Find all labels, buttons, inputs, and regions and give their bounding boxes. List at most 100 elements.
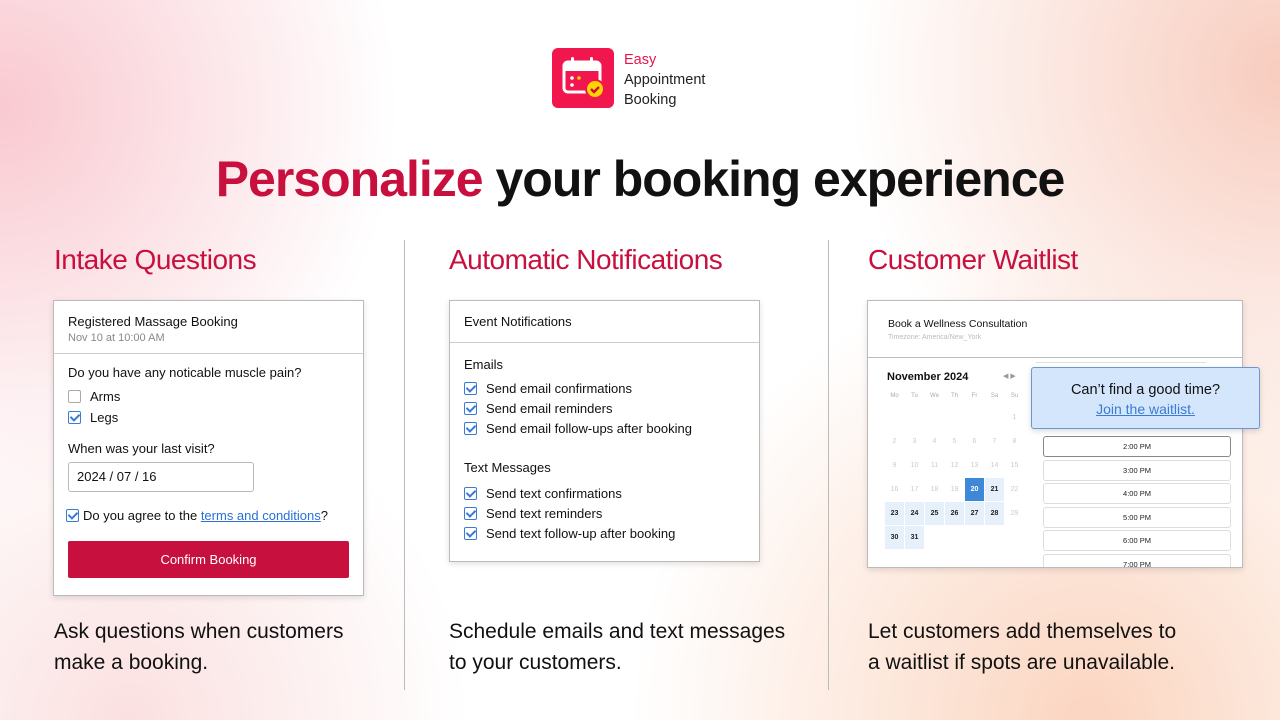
join-waitlist-link[interactable]: Join the waitlist. bbox=[1032, 401, 1259, 417]
agree-suffix: ? bbox=[320, 508, 328, 523]
emails-heading: Emails bbox=[464, 357, 504, 372]
calendar-day[interactable]: 23 bbox=[885, 502, 904, 525]
timezone: Timezone: America/New_York bbox=[888, 334, 982, 341]
calendar-day: 7 bbox=[992, 438, 997, 445]
calendar-day[interactable]: 25 bbox=[925, 502, 944, 525]
question-label: When was your last visit? bbox=[68, 441, 215, 456]
time-slot[interactable]: 5:00 PM bbox=[1043, 506, 1231, 528]
popup-title: Can’t find a good time? bbox=[1070, 382, 1221, 398]
notification-option[interactable]: Send email reminders bbox=[464, 401, 745, 416]
headline: Personalize your booking experience bbox=[25, 150, 1255, 208]
checkbox-checked[interactable] bbox=[464, 507, 477, 520]
notification-option[interactable]: Send text confirmations bbox=[464, 486, 745, 501]
checkbox-checked[interactable] bbox=[464, 382, 477, 395]
caption-line: Let customers add themselves to bbox=[868, 620, 1177, 643]
calendar-day: 15 bbox=[1010, 462, 1019, 469]
empty-day bbox=[985, 406, 1004, 429]
calendar-day[interactable]: 30 bbox=[885, 526, 904, 549]
checkbox-checked[interactable] bbox=[68, 411, 81, 424]
time-slots: 2:00 PM 3:00 PM 4:00 PM 5:00 PM 6:00 PM 7:00 … bbox=[1043, 436, 1231, 567]
option-legs[interactable]: Legs bbox=[68, 410, 349, 425]
calendar-day: 9 bbox=[892, 462, 897, 469]
checkbox-checked[interactable] bbox=[464, 487, 477, 500]
option-label: Send email confirmations bbox=[486, 381, 632, 396]
notification-option[interactable]: Send text reminders bbox=[464, 506, 745, 521]
brand-line: Easy bbox=[624, 52, 657, 68]
empty-day bbox=[885, 406, 904, 429]
empty-day bbox=[905, 406, 924, 429]
option-label: Arms bbox=[90, 389, 121, 404]
weekday-label: Sa bbox=[990, 393, 999, 399]
calendar-day: 17 bbox=[910, 486, 919, 493]
calendar-grid: Mo Tu We Th Fr Sa Su 1 2 3 4 5 6 7 8 9 10 11 12 13 14 15 16 17 1… bbox=[885, 387, 1024, 549]
time-slot[interactable]: 7:00 PM bbox=[1043, 553, 1231, 567]
calendar-day: 8 bbox=[1012, 438, 1017, 445]
calendar-day[interactable]: 24 bbox=[905, 502, 924, 525]
caption-line: to your customers. bbox=[449, 651, 622, 674]
caption: Ask questions when customers make a booki… bbox=[54, 616, 343, 678]
option-arms[interactable]: Arms bbox=[68, 389, 349, 404]
prev-month-icon[interactable]: ◀ bbox=[1003, 373, 1008, 380]
brand-name: Easy Appointment Booking bbox=[624, 50, 705, 110]
calendar-day[interactable]: 26 bbox=[945, 502, 964, 525]
column-title: Intake Questions bbox=[54, 244, 257, 275]
checkbox-checked[interactable] bbox=[464, 402, 477, 415]
column-title: Customer Waitlist bbox=[868, 244, 1078, 275]
booking-date: Nov 10 at 10:00 AM bbox=[68, 332, 165, 344]
caption-line: Ask questions when customers bbox=[54, 620, 344, 643]
agree-checkbox[interactable] bbox=[66, 509, 79, 522]
calendar-day: 2 bbox=[892, 438, 897, 445]
notification-option[interactable]: Send email confirmations bbox=[464, 381, 745, 396]
caption: Schedule emails and text messages to your… bbox=[449, 616, 785, 678]
caption-line: Schedule emails and text messages bbox=[449, 620, 786, 643]
calendar-day: 29 bbox=[1010, 510, 1019, 517]
checkbox[interactable] bbox=[68, 390, 81, 403]
notification-option[interactable]: Send text follow-up after booking bbox=[464, 526, 745, 541]
calendar-day[interactable]: 28 bbox=[985, 502, 1004, 525]
calendar-day: 19 bbox=[950, 486, 959, 493]
empty-day bbox=[945, 406, 964, 429]
option-label: Send email reminders bbox=[486, 401, 613, 416]
calendar-day[interactable]: 31 bbox=[905, 526, 924, 549]
calendar-day: 12 bbox=[950, 462, 959, 469]
waitlist-popup: Can’t find a good time? Join the waitlis… bbox=[1031, 367, 1260, 429]
option-label: Send text confirmations bbox=[486, 486, 622, 501]
question-label: Do you have any noticable muscle pain? bbox=[68, 365, 302, 380]
booking-title: Registered Massage Booking bbox=[68, 314, 238, 329]
checkbox-checked[interactable] bbox=[464, 422, 477, 435]
option-label: Send text reminders bbox=[486, 506, 603, 521]
calendar-day[interactable]: 27 bbox=[965, 502, 984, 525]
calendar-day: 10 bbox=[910, 462, 919, 469]
month-nav: ◀ ▶ bbox=[1003, 372, 1016, 380]
caption: Let customers add themselves to a waitlis… bbox=[868, 616, 1176, 678]
caption-line: a waitlist if spots are unavailable. bbox=[868, 651, 1175, 674]
notification-option[interactable]: Send email follow-ups after booking bbox=[464, 421, 745, 436]
next-month-icon[interactable]: ▶ bbox=[1010, 373, 1015, 380]
last-visit-input[interactable]: 2024 / 07 / 16 bbox=[68, 462, 254, 492]
calendar-day: 22 bbox=[1010, 486, 1019, 493]
terms-link[interactable]: terms and conditions bbox=[201, 508, 321, 523]
calendar-day: 4 bbox=[932, 438, 937, 445]
checkbox-checked[interactable] bbox=[464, 527, 477, 540]
selected-day[interactable]: 20 bbox=[965, 478, 984, 501]
weekday-label: Su bbox=[1010, 393, 1019, 399]
divider bbox=[404, 240, 405, 690]
empty-day bbox=[925, 406, 944, 429]
time-slot[interactable]: 4:00 PM bbox=[1043, 483, 1231, 504]
time-slot[interactable]: 6:00 PM bbox=[1043, 530, 1231, 551]
headline-highlight: Personalize bbox=[215, 151, 484, 207]
confirm-booking-button[interactable]: Confirm Booking bbox=[68, 541, 349, 578]
option-label: Legs bbox=[90, 410, 119, 425]
divider bbox=[828, 240, 829, 690]
intake-card: Registered Massage Booking Nov 10 at 10:… bbox=[53, 300, 364, 596]
option-label: Send email follow-ups after booking bbox=[486, 421, 692, 436]
consultation-title: Book a Wellness Consultation bbox=[888, 318, 1028, 330]
time-slot[interactable]: 3:00 PM bbox=[1043, 459, 1231, 481]
calendar-day: 11 bbox=[930, 462, 939, 469]
calendar-day[interactable]: 21 bbox=[985, 478, 1004, 501]
notifications-title: Event Notifications bbox=[450, 301, 759, 343]
calendar-day: 1 bbox=[1012, 414, 1017, 421]
calendar-day: 5 bbox=[952, 438, 957, 445]
agree-text: Do you agree to the bbox=[83, 508, 201, 523]
time-slot[interactable]: 2:00 PM bbox=[1043, 436, 1231, 457]
